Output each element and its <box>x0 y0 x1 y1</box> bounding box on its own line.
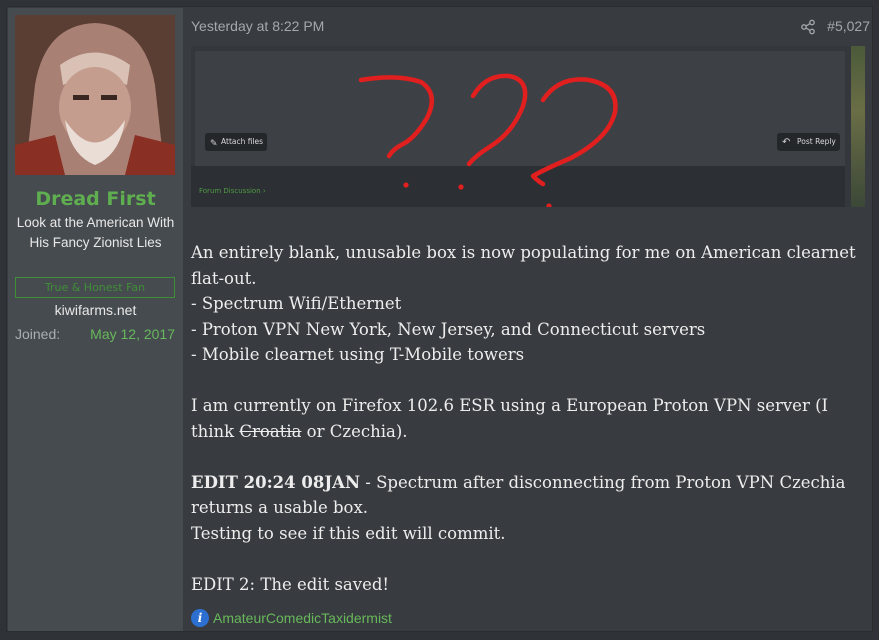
username[interactable]: Dread First <box>8 188 183 210</box>
share-icon[interactable] <box>800 19 816 35</box>
user-sidebar: Dread First Look at the American With Hi… <box>8 8 183 631</box>
body-paragraph: Testing to see if this edit will commit. <box>191 523 506 543</box>
post-date[interactable]: Yesterday at 8:22 PM <box>191 18 324 34</box>
body-paragraph: I am currently on Firefox 102.6 ESR usin… <box>191 393 867 444</box>
user-title: Look at the American With His Fancy Zion… <box>16 215 175 250</box>
user-site: kiwifarms.net <box>54 302 137 318</box>
post-body: An entirely blank, unusable box is now p… <box>191 240 867 597</box>
edit-label: EDIT 20:24 08JAN <box>191 472 361 492</box>
user-avatar-icon[interactable] <box>15 15 175 175</box>
body-paragraph: An entirely blank, unusable box is now p… <box>191 243 856 288</box>
body-list-item: - Mobile clearnet using T-Mobile towers <box>191 345 525 364</box>
joined-date: May 12, 2017 <box>90 326 175 342</box>
info-icon: i <box>191 609 209 627</box>
signature-link[interactable]: AmateurComedicTaxidermist <box>213 610 392 626</box>
body-text-span: or Czechia). <box>301 421 408 441</box>
signature: i AmateurComedicTaxidermist <box>191 609 392 627</box>
forum-post: Dread First Look at the American With Hi… <box>6 6 873 632</box>
body-paragraph: EDIT 20:24 08JAN - Spectrum after discon… <box>191 470 867 521</box>
post-number[interactable]: #5,027 <box>827 18 870 34</box>
question-marks-annotation <box>358 73 618 207</box>
joined-label: Joined: <box>15 326 61 342</box>
body-paragraph: EDIT 2: The edit saved! <box>191 574 390 594</box>
body-list-item: - Spectrum Wifi/Ethernet <box>191 294 402 313</box>
attached-screenshot[interactable]: ✎ Attach files ↶ Post Reply Forum Discus… <box>191 46 865 207</box>
body-list-item: - Proton VPN New York, New Jersey, and C… <box>191 319 706 339</box>
post-content: Yesterday at 8:22 PM #5,027 ✎ Attach fil… <box>183 8 872 631</box>
strikethrough-text: Croatia <box>239 421 302 441</box>
user-banner: True & Honest Fan <box>15 277 175 298</box>
